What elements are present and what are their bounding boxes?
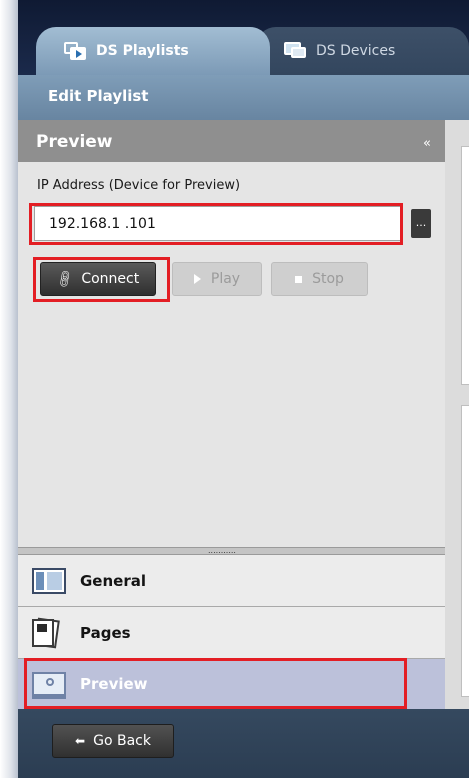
nav-item-label: Preview bbox=[80, 675, 148, 693]
tab-ds-devices[interactable]: DS Devices bbox=[256, 27, 469, 75]
tab-bar: DS Playlists DS Devices bbox=[18, 0, 469, 75]
stop-label: Stop bbox=[312, 271, 344, 287]
nav-item-pages[interactable]: Pages bbox=[18, 607, 445, 659]
play-label: Play bbox=[210, 271, 241, 287]
tab-label: DS Devices bbox=[316, 43, 396, 59]
pages-icon bbox=[32, 617, 68, 649]
playlist-icon bbox=[64, 42, 86, 60]
stop-button[interactable]: Stop bbox=[271, 262, 368, 296]
page-title: Edit Playlist bbox=[48, 87, 149, 105]
collapse-icon[interactable]: « bbox=[423, 136, 431, 151]
back-arrow-icon: ⬅︎ bbox=[75, 734, 86, 748]
link-icon: 🔗︎ bbox=[53, 268, 77, 290]
preview-panel: Preview « IP Address (Device for Preview… bbox=[18, 120, 445, 709]
panel-splitter[interactable]: ........... bbox=[18, 546, 445, 555]
go-back-button[interactable]: ⬅︎ Go Back bbox=[52, 724, 174, 758]
tab-ds-playlists[interactable]: DS Playlists bbox=[36, 27, 270, 75]
preview-icon bbox=[32, 668, 68, 700]
connect-button[interactable]: 🔗︎ Connect bbox=[40, 262, 156, 296]
nav-item-preview[interactable]: Preview bbox=[18, 659, 445, 709]
nav-item-general[interactable]: General bbox=[18, 555, 445, 607]
nav-item-label: General bbox=[80, 571, 146, 590]
splitter-grip-icon: ........... bbox=[208, 546, 236, 555]
play-icon bbox=[193, 274, 201, 284]
browse-device-button[interactable]: ... bbox=[411, 209, 431, 238]
stop-icon bbox=[295, 275, 303, 283]
content-box bbox=[461, 146, 469, 385]
ip-address-input[interactable] bbox=[34, 206, 403, 241]
tab-label: DS Playlists bbox=[96, 43, 189, 59]
connect-label: Connect bbox=[81, 271, 140, 287]
content-box bbox=[461, 405, 469, 697]
play-button[interactable]: Play bbox=[172, 262, 262, 296]
panel-title: Preview bbox=[36, 132, 113, 152]
devices-icon bbox=[284, 42, 306, 60]
panel-header: Preview « bbox=[18, 120, 445, 162]
general-icon bbox=[32, 565, 68, 597]
window-shadow bbox=[0, 0, 18, 778]
page-header: Edit Playlist bbox=[18, 75, 469, 120]
ip-address-label: IP Address (Device for Preview) bbox=[37, 178, 241, 193]
app-window: DS Playlists DS Devices Edit Playlist Pr… bbox=[18, 0, 469, 778]
nav-item-label: Pages bbox=[80, 623, 131, 642]
go-back-label: Go Back bbox=[93, 733, 151, 749]
